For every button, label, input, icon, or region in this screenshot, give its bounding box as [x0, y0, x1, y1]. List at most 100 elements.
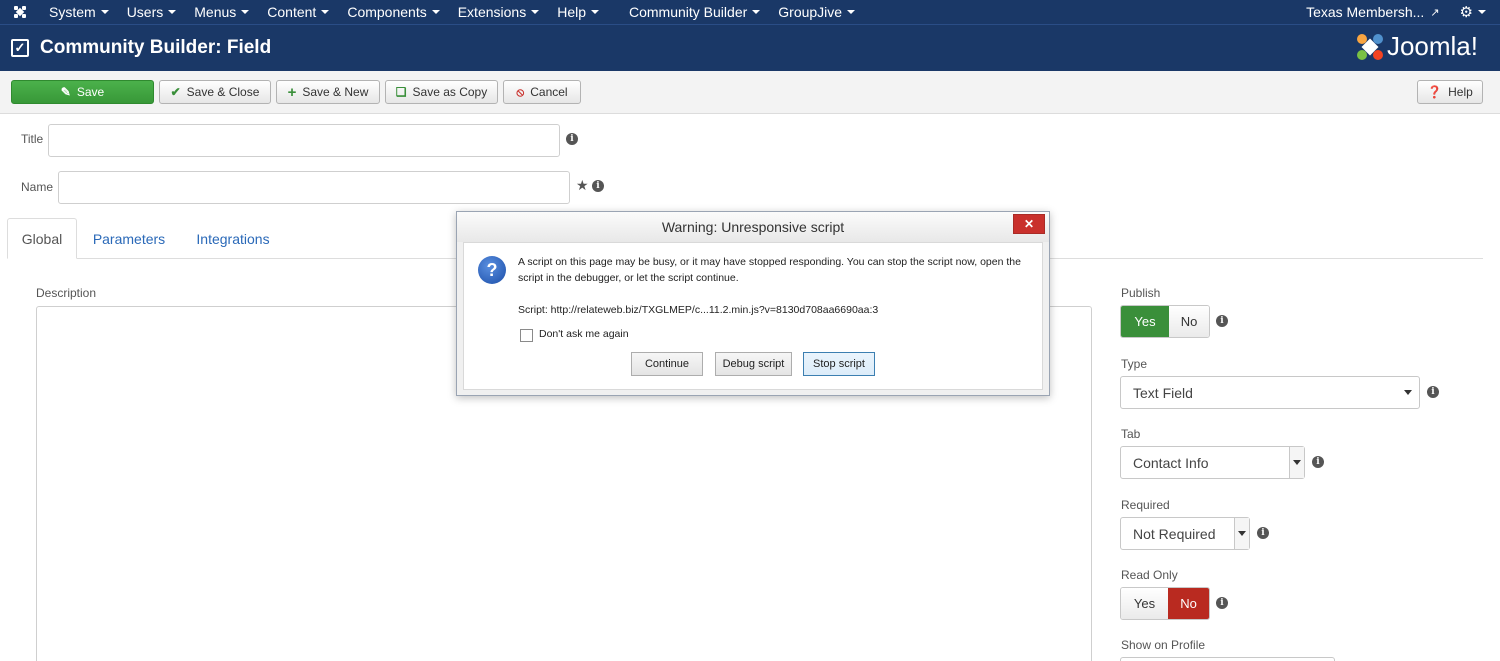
publish-no-button[interactable]: No	[1169, 306, 1209, 337]
topnav-right: Texas Membersh... ↗ ⚙	[1296, 0, 1500, 24]
menu-help[interactable]: Help	[548, 0, 608, 24]
close-icon[interactable]: ✕	[1013, 214, 1045, 234]
description-label: Description	[36, 286, 97, 300]
title-input[interactable]	[48, 124, 560, 157]
dropdown-arrow-icon	[1289, 447, 1304, 478]
menu-label: Components	[347, 4, 427, 20]
edit-icon: ✎	[60, 85, 71, 99]
required-label: Required	[1121, 498, 1170, 512]
type-select[interactable]: Text Field	[1120, 376, 1420, 409]
info-icon[interactable]: i	[1427, 386, 1439, 398]
info-icon[interactable]: i	[1312, 456, 1324, 468]
info-icon[interactable]: i	[592, 180, 604, 192]
plus-icon: +	[287, 83, 297, 101]
menu-label: Content	[267, 4, 317, 20]
dialog-script-url: Script: http://relateweb.biz/TXGLMEP/c..…	[518, 304, 879, 316]
tab-parameters[interactable]: Parameters	[81, 218, 177, 259]
dont-ask-label[interactable]: Don't ask me again	[539, 328, 629, 340]
info-icon[interactable]: i	[1257, 527, 1269, 539]
chevron-down-icon	[241, 10, 250, 14]
dropdown-arrow-icon	[1234, 518, 1249, 549]
unresponsive-script-dialog: Warning: Unresponsive script ✕ ? A scrip…	[456, 211, 1050, 396]
save-new-label: Save & New	[302, 85, 369, 99]
settings-menu[interactable]: ⚙	[1450, 3, 1500, 21]
save-button[interactable]: ✎ Save	[11, 80, 154, 104]
debug-script-button[interactable]: Debug script	[715, 352, 792, 376]
cancel-label: Cancel	[530, 85, 568, 99]
publish-toggle: Yes No	[1120, 305, 1210, 338]
menu-users[interactable]: Users	[118, 0, 186, 24]
save-close-button[interactable]: ✔ Save & Close	[159, 80, 271, 104]
page-title: Community Builder: Field	[40, 37, 272, 58]
publish-yes-button[interactable]: Yes	[1121, 306, 1169, 337]
dialog-title: Warning: Unresponsive script	[457, 212, 1049, 242]
cancel-button[interactable]: ⦸ Cancel	[503, 80, 581, 104]
name-label: Name	[21, 180, 54, 194]
site-link[interactable]: Texas Membersh... ↗	[1296, 4, 1449, 20]
joomla-logo-icon	[1356, 33, 1383, 60]
required-value: Not Required	[1133, 525, 1216, 542]
info-icon[interactable]: i	[566, 133, 578, 145]
check-icon: ✔	[170, 85, 181, 99]
chevron-down-icon	[321, 10, 330, 14]
chevron-down-icon	[100, 10, 109, 14]
external-link-icon: ↗	[1430, 6, 1440, 19]
menu-components[interactable]: Components	[338, 0, 448, 24]
readonly-no-button[interactable]: No	[1168, 588, 1209, 619]
dialog-message: A script on this page may be busy, or it…	[518, 256, 1021, 284]
stop-script-button[interactable]: Stop script	[803, 352, 875, 376]
save-close-label: Save & Close	[186, 85, 260, 99]
question-circle-icon: ❓	[1427, 85, 1443, 99]
page-header: ✓ Community Builder: Field Joomla!	[0, 24, 1500, 71]
toolbar: ✎ Save ✔ Save & Close + Save & New ❏ Save as…	[0, 71, 1500, 114]
info-icon[interactable]: i	[1216, 597, 1228, 609]
menu-groupjive[interactable]: GroupJive	[769, 0, 864, 24]
chevron-down-icon	[431, 10, 440, 14]
required-select[interactable]: Not Required	[1120, 517, 1250, 550]
tab-global[interactable]: Global	[7, 218, 77, 259]
menu-system[interactable]: System	[40, 0, 118, 24]
help-button[interactable]: ❓ Help	[1417, 80, 1483, 104]
save-new-button[interactable]: + Save & New	[276, 80, 380, 104]
star-icon: ★	[576, 177, 589, 193]
publish-label: Publish	[1121, 286, 1161, 300]
show-on-profile-select[interactable]	[1120, 657, 1335, 661]
readonly-yes-button[interactable]: Yes	[1121, 588, 1168, 619]
question-icon: ?	[478, 256, 506, 284]
menu-extensions[interactable]: Extensions	[449, 0, 548, 24]
save-copy-button[interactable]: ❏ Save as Copy	[385, 80, 498, 104]
type-value: Text Field	[1133, 384, 1193, 401]
checkbox-edit-icon: ✓	[11, 39, 29, 57]
name-input[interactable]	[58, 171, 570, 204]
dialog-body: ? A script on this page may be busy, or …	[463, 242, 1043, 390]
menu-community-builder[interactable]: Community Builder	[620, 0, 769, 24]
menu-label: Community Builder	[629, 4, 748, 20]
menu-label: Menus	[194, 4, 237, 20]
menu-label: GroupJive	[778, 4, 843, 20]
menu-content[interactable]: Content	[258, 0, 338, 24]
tab-value: Contact Info	[1133, 454, 1209, 471]
menu-label: Users	[126, 4, 164, 20]
chevron-down-icon	[752, 10, 761, 14]
chevron-down-icon	[1478, 10, 1486, 14]
chevron-down-icon	[847, 10, 856, 14]
save-copy-label: Save as Copy	[412, 85, 488, 99]
show-on-profile-label: Show on Profile	[1121, 638, 1206, 652]
copy-icon: ❏	[395, 85, 407, 99]
readonly-toggle: Yes No	[1120, 587, 1210, 620]
main-menu: System Users Menus Content Components Ex…	[40, 0, 864, 24]
tab-select[interactable]: Contact Info	[1120, 446, 1305, 479]
tab-integrations[interactable]: Integrations	[181, 218, 285, 259]
menu-menus[interactable]: Menus	[185, 0, 258, 24]
joomla-logo: Joomla!	[1355, 31, 1478, 62]
chevron-down-icon	[591, 10, 599, 14]
gear-icon: ⚙	[1459, 4, 1473, 21]
continue-button[interactable]: Continue	[631, 352, 703, 376]
joomla-menu-icon[interactable]	[0, 0, 40, 24]
info-icon[interactable]: i	[1216, 315, 1228, 327]
dont-ask-checkbox[interactable]	[520, 329, 533, 342]
help-label: Help	[1448, 85, 1473, 99]
site-name: Texas Membersh...	[1306, 4, 1425, 20]
chevron-down-icon	[168, 10, 177, 14]
type-label: Type	[1121, 357, 1148, 371]
